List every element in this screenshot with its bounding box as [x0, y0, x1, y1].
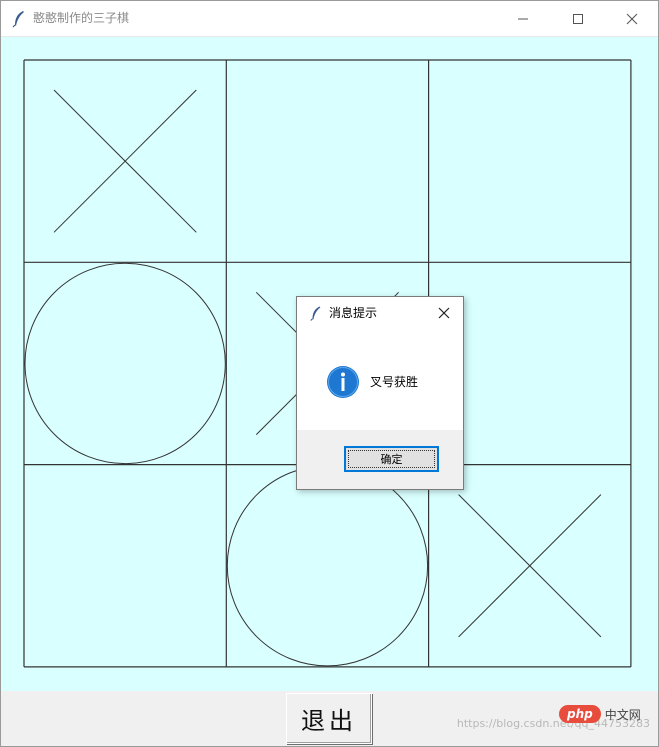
focus-ring [348, 450, 435, 468]
feather-icon [310, 306, 321, 321]
close-button[interactable] [609, 1, 655, 36]
o-mark [226, 465, 429, 667]
brand-badge: php 中文网 [559, 704, 641, 724]
maximize-button[interactable] [555, 1, 601, 36]
minimize-button[interactable] [500, 1, 546, 36]
info-icon [327, 366, 359, 398]
o-mark [24, 262, 226, 465]
dialog-message: 叉号获胜 [370, 375, 419, 389]
dialog-footer: 确定 [297, 430, 463, 489]
close-icon [626, 13, 638, 25]
ok-button[interactable]: 确定 [344, 446, 439, 472]
brand-pill: php [559, 705, 601, 723]
close-icon[interactable] [432, 303, 456, 323]
maximize-icon [573, 14, 583, 24]
quit-button[interactable]: 退出 [286, 693, 372, 744]
dialog-title-bar[interactable]: 消息提示 [297, 297, 463, 329]
message-dialog: 消息提示 叉号获胜 确定 [296, 296, 464, 490]
feather-icon [12, 11, 24, 28]
minimize-icon [518, 18, 528, 20]
title-bar[interactable]: 憨憨制作的三子棋 [1, 1, 658, 37]
brand-text: 中文网 [604, 707, 641, 722]
dialog-title: 消息提示 [329, 306, 378, 320]
window-title: 憨憨制作的三子棋 [33, 11, 130, 25]
